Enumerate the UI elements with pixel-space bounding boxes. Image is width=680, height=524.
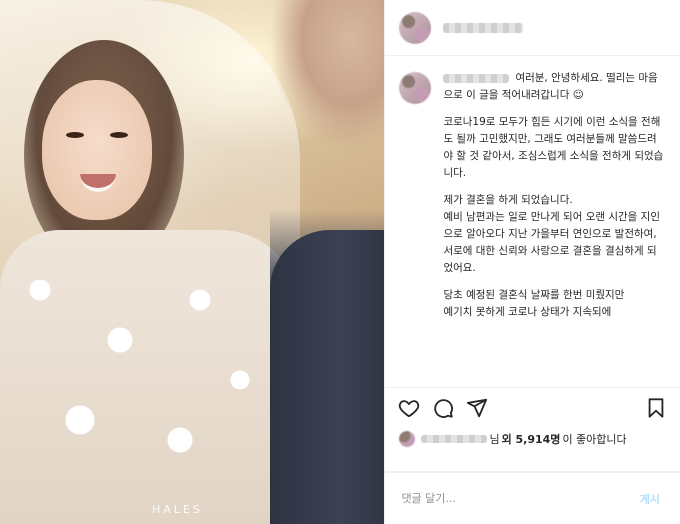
- caption-row: 여러분, 안녕하세요. 떨리는 마음으로 이 글을 적어내려갑니다 ☺ 코로나1…: [399, 70, 666, 321]
- paper-plane-icon[interactable]: [465, 396, 489, 420]
- comment-bar: 게시: [385, 472, 680, 524]
- author-avatar[interactable]: [399, 11, 432, 44]
- caption-fade: [385, 365, 680, 387]
- photo-watermark: HALES: [152, 503, 203, 516]
- post-side-panel: 여러분, 안녕하세요. 떨리는 마음으로 이 글을 적어내려갑니다 ☺ 코로나1…: [384, 0, 680, 524]
- instagram-post: HALES 여러분, 안녕하세요. 떨리는 마음으로 이 글을 적어내려갑니다 …: [0, 0, 680, 524]
- caption-paragraph: 당초 예정된 결혼식 날짜를 한번 미뤘지만 예기치 못하게 코로나 상태가 지…: [443, 289, 625, 318]
- author-username-blurred[interactable]: [443, 22, 524, 33]
- caption-paragraph: 코로나19로 모두가 힘든 시기에 이런 소식을 전해도 될까 고민했지만, 그…: [443, 116, 664, 179]
- liker-username-blurred[interactable]: [421, 435, 488, 443]
- smile-shape: [80, 174, 116, 192]
- likes-nim: 님: [489, 433, 500, 446]
- panel-spacer: [385, 450, 680, 472]
- likes-suffix: 이 좋아합니다: [562, 433, 627, 446]
- left-eye-shape: [66, 132, 84, 138]
- liker-avatar[interactable]: [399, 431, 416, 447]
- likes-count[interactable]: 외 5,914명: [502, 431, 561, 447]
- caption-first-line: 여러분, 안녕하세요. 떨리는 마음으로 이 글을 적어내려갑니다 ☺: [443, 70, 666, 104]
- post-comment-button[interactable]: 게시: [634, 490, 666, 508]
- bookmark-icon[interactable]: [644, 396, 668, 420]
- caption-paragraph: 제가 결혼을 하게 되었습니다. 예비 남편과는 일로 만나게 되어 오랜 시간…: [443, 194, 661, 274]
- comment-icon[interactable]: [431, 396, 455, 420]
- lace-dress-shape: [0, 230, 300, 524]
- caption-scroll-area[interactable]: 여러분, 안녕하세요. 떨리는 마음으로 이 글을 적어내려갑니다 ☺ 코로나1…: [385, 56, 680, 388]
- post-header: [385, 0, 680, 56]
- action-bar: [385, 388, 680, 428]
- likes-summary[interactable]: 님 외 5,914명 이 좋아합니다: [385, 428, 680, 450]
- caption-author-avatar[interactable]: [399, 72, 432, 104]
- caption-body: 여러분, 안녕하세요. 떨리는 마음으로 이 글을 적어내려갑니다 ☺ 코로나1…: [443, 70, 666, 321]
- caption-username-blurred[interactable]: [443, 73, 510, 83]
- comment-input[interactable]: [399, 491, 634, 506]
- heart-icon[interactable]: [397, 396, 421, 420]
- bride-face-shape: [42, 80, 152, 220]
- right-eye-shape: [110, 132, 128, 138]
- groom-shape: [270, 0, 385, 524]
- post-photo[interactable]: HALES: [0, 0, 385, 524]
